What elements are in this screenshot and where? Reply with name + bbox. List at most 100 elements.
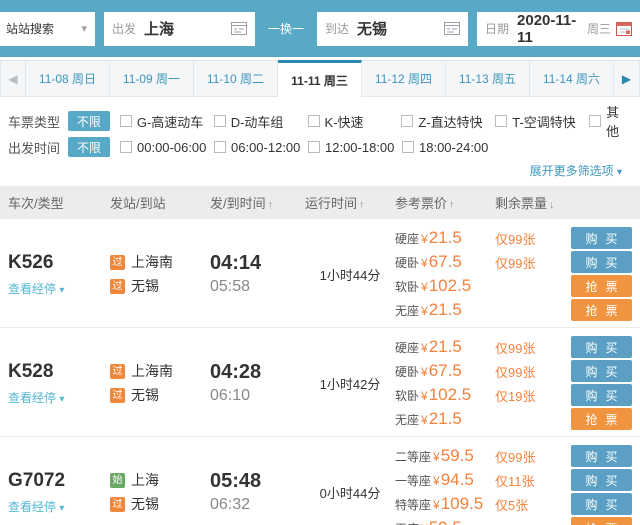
filter-option-label: 00:00-06:00 <box>137 140 206 155</box>
fare: 硬卧¥67.5 <box>395 361 495 381</box>
checkbox[interactable] <box>401 115 413 127</box>
expand-more-filters-link[interactable]: 展开更多筛选项 ▾ <box>530 164 622 178</box>
grab-ticket-button[interactable]: 抢票 <box>571 275 632 297</box>
calendar-icon[interactable] <box>616 21 632 36</box>
date-tab-11-08[interactable]: 11-08 周日 <box>26 60 110 97</box>
expand-more-row: 展开更多筛选项 ▾ <box>8 160 632 180</box>
filter-option-t[interactable]: T-空调特快 <box>495 112 589 131</box>
filter-option-time-18-24[interactable]: 18:00-24:00 <box>402 140 488 155</box>
checkbox[interactable] <box>495 115 507 127</box>
filter-option-time-6-12[interactable]: 06:00-12:00 <box>214 140 308 155</box>
buy-button[interactable]: 购买 <box>571 469 632 491</box>
checkbox[interactable] <box>120 141 132 153</box>
filter-option-label: Z-直达特快 <box>418 112 482 131</box>
pass-badge: 过 <box>110 497 125 512</box>
chevron-down-icon: ▾ <box>617 167 622 178</box>
train-row-K528: K528 查看经停 ▾ 过上海南 过无锡 04:28 06:10 1小时42分 … <box>0 328 640 437</box>
date-tab-11-11-active[interactable]: 11-11 周三 <box>278 60 362 97</box>
view-stops-link[interactable]: 查看经停 ▾ <box>8 280 110 297</box>
buy-button[interactable]: 购买 <box>571 384 632 406</box>
train-row-K526: K526 查看经停 ▾ 过上海南 过无锡 04:14 05:58 1小时44分 … <box>0 219 640 328</box>
column-header-price[interactable]: 参考票价↑ <box>395 193 495 212</box>
filter-option-label: 06:00-12:00 <box>231 140 300 155</box>
filter-option-label: 其他 <box>606 102 632 140</box>
times-cell: 04:14 05:58 <box>210 252 305 296</box>
tickets-left: 仅99张 <box>495 253 571 272</box>
column-header-remaining[interactable]: 剩余票量↓ <box>495 193 571 212</box>
fare: 特等座¥109.5 <box>395 494 495 514</box>
depart-value: 上海 <box>144 18 231 39</box>
view-stops-link[interactable]: 查看经停 ▾ <box>8 498 110 515</box>
to-station: 无锡 <box>131 276 159 296</box>
buy-button[interactable]: 购买 <box>571 227 632 249</box>
date-tab-11-12[interactable]: 11-12 周四 <box>362 60 446 97</box>
filter-option-other[interactable]: 其他 <box>589 102 632 140</box>
checkbox[interactable] <box>308 115 320 127</box>
fare: 一等座¥94.5 <box>395 470 495 490</box>
checkbox[interactable] <box>402 141 414 153</box>
duration: 1小时42分 <box>305 374 395 393</box>
date-tab-11-10[interactable]: 11-10 周二 <box>194 60 278 97</box>
checkbox[interactable] <box>120 115 132 127</box>
checkbox[interactable] <box>589 115 601 127</box>
grab-ticket-button[interactable]: 抢票 <box>571 299 632 321</box>
filter-option-g[interactable]: G-高速动车 <box>120 112 214 131</box>
tickets-left: 仅11张 <box>495 471 571 490</box>
checkbox[interactable] <box>214 115 226 127</box>
station-picker-icon[interactable] <box>231 22 247 35</box>
grab-ticket-button[interactable]: 抢票 <box>571 517 632 525</box>
date-tab-11-14[interactable]: 11-14 周六 <box>530 60 614 97</box>
filter-option-time-12-18[interactable]: 12:00-18:00 <box>308 140 402 155</box>
train-row-G7072: G7072 查看经停 ▾ 始上海 过无锡 05:48 06:32 0小时44分 … <box>0 437 640 525</box>
date-tab-11-13[interactable]: 11-13 周五 <box>446 60 530 97</box>
checkbox[interactable] <box>214 141 226 153</box>
tickets-left: 仅19张 <box>495 386 571 405</box>
depart-time-all-button[interactable]: 不限 <box>68 137 110 157</box>
filter-option-d[interactable]: D-动车组 <box>214 112 308 131</box>
fare: 软卧¥102.5 <box>395 385 495 405</box>
buy-button[interactable]: 购买 <box>571 251 632 273</box>
filter-option-label: T-空调特快 <box>512 112 576 131</box>
depart-time: 04:28 <box>210 361 305 384</box>
top-bar: 站站搜索 ▾ 出发 上海 一换一 到达 无锡 日期 2020-11-11 周三 <box>0 0 640 57</box>
filter-option-z[interactable]: Z-直达特快 <box>401 112 495 131</box>
fare: 无座¥59.5 <box>395 518 495 525</box>
arrive-time: 06:32 <box>210 496 305 514</box>
buy-button[interactable]: 购买 <box>571 336 632 358</box>
filter-option-time-0-6[interactable]: 00:00-06:00 <box>120 140 214 155</box>
station-picker-icon[interactable] <box>444 22 460 35</box>
chevron-down-icon: ▾ <box>59 285 64 296</box>
fare: 无座¥21.5 <box>395 409 495 429</box>
filter-option-k[interactable]: K-快速 <box>308 112 402 131</box>
ticket-type-filter-row: 车票类型 不限 G-高速动车 D-动车组 K-快速 Z-直达特快 T-空调特快 … <box>8 108 632 134</box>
ticket-type-all-button[interactable]: 不限 <box>68 111 110 131</box>
ticket-type-label: 车票类型 <box>8 112 68 131</box>
date-tab-11-09[interactable]: 11-09 周一 <box>110 60 194 97</box>
date-field[interactable]: 日期 2020-11-11 周三 <box>477 12 640 46</box>
view-stops-link[interactable]: 查看经停 ▾ <box>8 389 110 406</box>
to-station: 无锡 <box>131 385 159 405</box>
search-mode-select[interactable]: 站站搜索 ▾ <box>0 12 95 46</box>
buy-button[interactable]: 购买 <box>571 445 632 467</box>
checkbox[interactable] <box>308 141 320 153</box>
buy-button[interactable]: 购买 <box>571 360 632 382</box>
depart-time: 05:48 <box>210 470 305 493</box>
results-table-header: 车次/类型 发站/到站 发/到时间↑ 运行时间↑ 参考票价↑ 剩余票量↓ <box>0 186 640 219</box>
depart-station-field[interactable]: 出发 上海 <box>104 12 255 46</box>
buy-button[interactable]: 购买 <box>571 493 632 515</box>
grab-ticket-button[interactable]: 抢票 <box>571 408 632 430</box>
column-header-times[interactable]: 发/到时间↑ <box>210 193 305 212</box>
duration: 1小时44分 <box>305 265 395 284</box>
tickets-left: 仅99张 <box>495 338 571 357</box>
next-dates-button[interactable]: ▶ <box>614 60 640 97</box>
stations-cell: 过上海南 过无锡 <box>110 357 210 409</box>
arrive-station-field[interactable]: 到达 无锡 <box>317 12 468 46</box>
swap-stations-button[interactable]: 一换一 <box>264 20 308 37</box>
depart-time-filter-row: 出发时间 不限 00:00-06:00 06:00-12:00 12:00-18… <box>8 134 632 160</box>
prev-dates-button[interactable]: ◀ <box>0 60 26 97</box>
sort-desc-icon: ↓ <box>549 199 555 211</box>
train-code-cell: K526 查看经停 ▾ <box>0 252 110 297</box>
column-header-duration[interactable]: 运行时间↑ <box>305 193 395 212</box>
stations-cell: 始上海 过无锡 <box>110 466 210 518</box>
filter-option-label: D-动车组 <box>231 112 284 131</box>
